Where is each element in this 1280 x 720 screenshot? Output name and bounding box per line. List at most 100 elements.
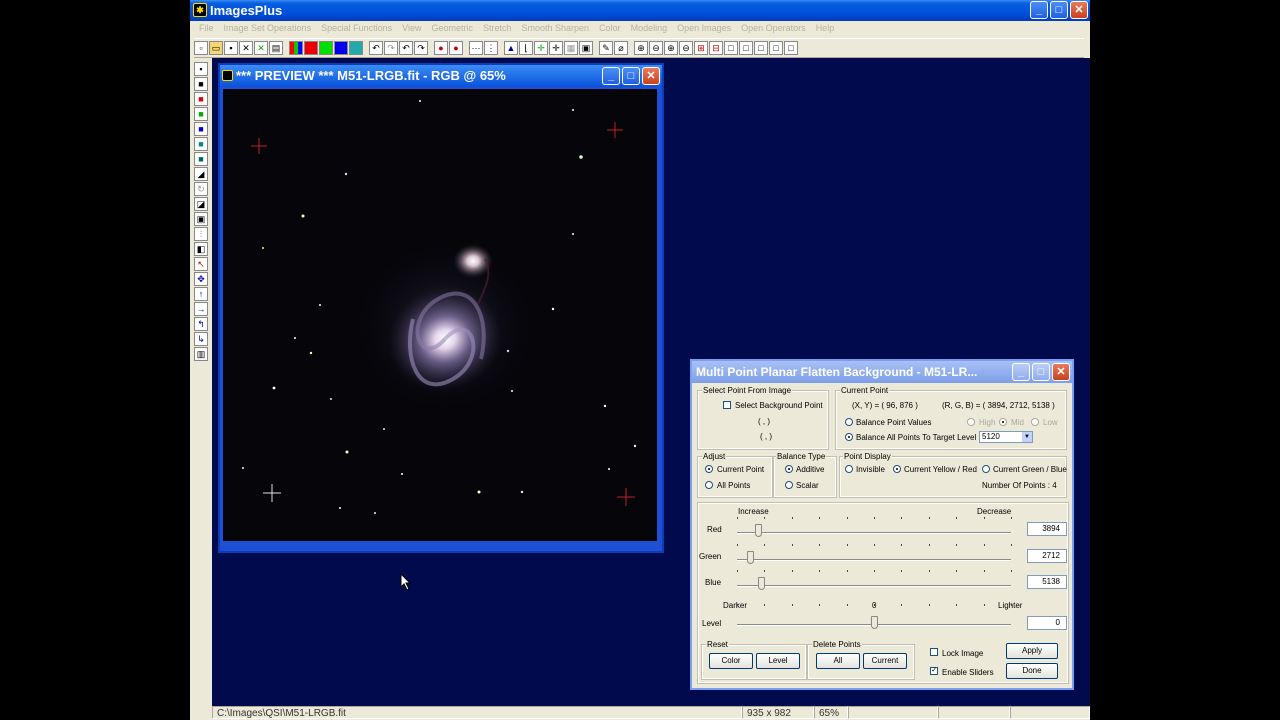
eyedropper-icon[interactable]: ⌀ [614, 41, 628, 55]
points-icon[interactable]: ⋯ [469, 41, 483, 55]
frame-2-icon[interactable]: □ [739, 41, 753, 55]
pointer-icon[interactable]: ↖ [194, 257, 208, 271]
menu-smooth-sharpen[interactable]: Smooth Sharpen [517, 21, 595, 37]
blue-value-field[interactable]: 5138 [1027, 575, 1067, 589]
red-value-field[interactable]: 3894 [1027, 522, 1067, 536]
print-icon[interactable]: ▤ [269, 41, 283, 55]
zoom-in-icon[interactable]: ⊕ [634, 41, 648, 55]
menu-stretch[interactable]: Stretch [478, 21, 517, 37]
corner-icon[interactable]: ◢ [194, 167, 208, 181]
save-icon[interactable]: ▪ [194, 62, 208, 76]
delete-current-button[interactable]: Current [863, 653, 907, 669]
maximize-button[interactable]: □ [1050, 1, 1068, 19]
enable-sliders-checkbox[interactable]: ✓ [930, 667, 938, 675]
chevron-down-icon[interactable]: ▼ [1022, 432, 1032, 442]
menu-view[interactable]: View [397, 21, 426, 37]
dialog-maximize-button[interactable]: □ [1032, 363, 1050, 381]
blue-channel-icon[interactable] [334, 41, 348, 55]
pencil-icon[interactable]: ✎ [599, 41, 613, 55]
low-radio[interactable] [1031, 418, 1039, 426]
crosshair-icon[interactable]: ✛ [549, 41, 563, 55]
invisible-radio[interactable] [845, 465, 853, 473]
half-icon[interactable]: ◧ [194, 242, 208, 256]
redo-icon[interactable]: ↷ [384, 41, 398, 55]
menu-open-operators[interactable]: Open Operators [736, 21, 811, 37]
frame-5-icon[interactable]: □ [784, 41, 798, 55]
close-button[interactable]: ✕ [1070, 1, 1088, 19]
luminance-icon[interactable] [349, 41, 363, 55]
dots-icon[interactable]: ⋮ [484, 41, 498, 55]
level-value-field[interactable]: 0 [1027, 616, 1067, 630]
menu-special-functions[interactable]: Special Functions [316, 21, 397, 37]
select-background-point-checkbox[interactable] [723, 401, 731, 409]
curve-icon[interactable]: ⌊ [519, 41, 533, 55]
high-radio[interactable] [967, 418, 975, 426]
apply-button[interactable]: Apply [1006, 643, 1058, 659]
delete-all-button[interactable]: All [816, 653, 860, 669]
adjust-current-point-radio[interactable] [705, 465, 713, 473]
undo-icon[interactable]: ↶ [369, 41, 383, 55]
dialog-close-button[interactable]: ✕ [1052, 363, 1070, 381]
frame-3-icon[interactable]: □ [754, 41, 768, 55]
red-slider-thumb[interactable] [755, 524, 763, 537]
green-slider-thumb[interactable] [747, 551, 755, 564]
zoom-out-icon[interactable]: ⊖ [649, 41, 663, 55]
menu-modeling[interactable]: Modeling [626, 21, 673, 37]
cyan-square-icon[interactable]: ■ [194, 152, 208, 166]
crosshair-green-icon[interactable]: ✛ [534, 41, 548, 55]
app-titlebar[interactable]: ✱ ImagesPlus _ □ ✕ [190, 0, 1090, 21]
select-box-icon[interactable]: ▣ [194, 212, 208, 226]
record-icon[interactable]: ● [434, 41, 448, 55]
reset-level-button[interactable]: Level [756, 653, 800, 669]
blue-square-icon[interactable]: ■ [194, 122, 208, 136]
blue-slider-thumb[interactable] [758, 577, 766, 590]
zoom-actual-icon[interactable]: ⊖ [679, 41, 693, 55]
undo-all-icon[interactable]: ↶ [399, 41, 413, 55]
close-image-icon[interactable]: ✕ [239, 41, 253, 55]
preview-close-button[interactable]: ✕ [642, 67, 660, 85]
minimize-button[interactable]: _ [1030, 1, 1048, 19]
add-point-icon[interactable]: ⊞ [694, 41, 708, 55]
redo-all-icon[interactable]: ↷ [414, 41, 428, 55]
arrow-right-icon[interactable]: → [194, 302, 208, 316]
balance-point-values-radio[interactable] [845, 418, 853, 426]
scalar-radio[interactable] [785, 481, 793, 489]
level-slider-thumb[interactable] [870, 616, 878, 629]
zoom-fit-icon[interactable]: ⊕ [664, 41, 678, 55]
save-icon[interactable]: ▪ [224, 41, 238, 55]
green-slider-track[interactable] [737, 559, 1011, 561]
red-channel-icon[interactable] [304, 41, 318, 55]
move-icon[interactable]: ✥ [194, 272, 208, 286]
reset-color-button[interactable]: Color [709, 653, 753, 669]
grid-icon[interactable]: ▦ [564, 41, 578, 55]
turn-down-icon[interactable]: ↳ [194, 332, 208, 346]
menu-help[interactable]: Help [811, 21, 840, 37]
rotate-icon[interactable]: ↻ [194, 182, 208, 196]
additive-radio[interactable] [785, 465, 793, 473]
remove-point-icon[interactable]: ⊟ [709, 41, 723, 55]
target-level-select[interactable]: 5120 ▼ [979, 431, 1033, 443]
done-button[interactable]: Done [1006, 663, 1058, 679]
turn-left-icon[interactable]: ↰ [194, 317, 208, 331]
green-value-field[interactable]: 2712 [1027, 549, 1067, 563]
red-square-icon[interactable]: ■ [194, 92, 208, 106]
menu-open-images[interactable]: Open Images [672, 21, 736, 37]
balance-all-points-radio[interactable] [845, 433, 853, 441]
preview-minimize-button[interactable]: _ [602, 67, 620, 85]
menu-color[interactable]: Color [594, 21, 626, 37]
stop-icon[interactable]: ● [449, 41, 463, 55]
preview-maximize-button[interactable]: □ [622, 67, 640, 85]
rgb-channel-icon[interactable] [289, 41, 303, 55]
new-icon[interactable]: ▫ [194, 41, 208, 55]
blue-slider-track[interactable] [737, 585, 1011, 587]
mid-radio[interactable] [999, 418, 1007, 426]
menu-geometric[interactable]: Geometric [426, 21, 478, 37]
panel-icon[interactable]: ▥ [194, 347, 208, 361]
green-square-icon[interactable]: ■ [194, 107, 208, 121]
dialog-minimize-button[interactable]: _ [1012, 363, 1030, 381]
galaxy-image[interactable] [223, 89, 657, 541]
adjust-all-points-radio[interactable] [705, 481, 713, 489]
histogram-icon[interactable]: ▲ [504, 41, 518, 55]
frame-icon[interactable]: □ [724, 41, 738, 55]
menu-file[interactable]: File [194, 21, 219, 37]
